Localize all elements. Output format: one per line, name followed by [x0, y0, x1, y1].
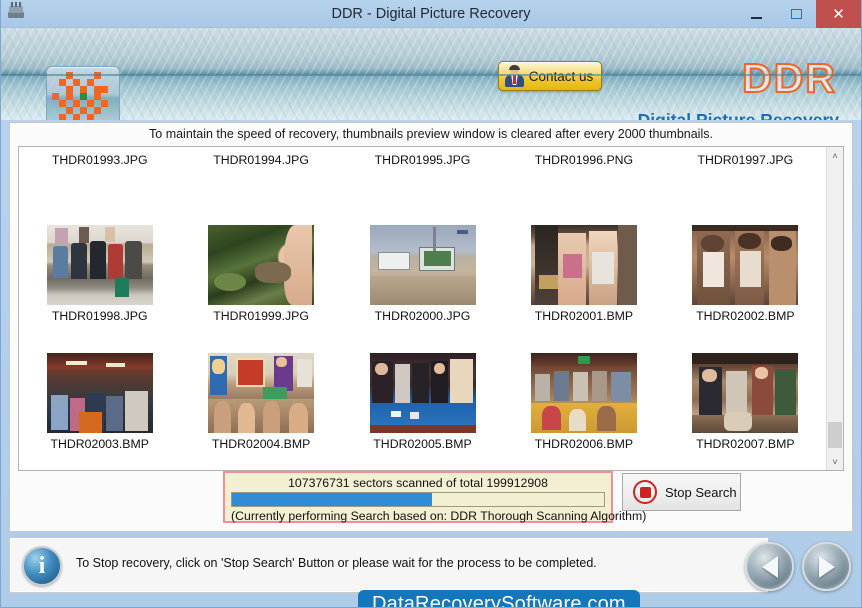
brand-logo-text: DDR	[741, 54, 837, 102]
progress-bar-fill	[232, 493, 432, 506]
thumbnail-image	[692, 353, 799, 433]
stop-search-button[interactable]: Stop Search	[622, 473, 741, 511]
thumbnail-image	[530, 225, 637, 305]
thumbnail-label: THDR01994.JPG	[213, 153, 309, 167]
minimize-button[interactable]	[736, 0, 776, 28]
thumbnail-label: THDR01998.JPG	[51, 309, 148, 323]
thumbnail-label: THDR01993.JPG	[51, 153, 148, 167]
thumbnail-label: THDR02007.BMP	[696, 437, 795, 451]
thumbnail-label: THDR02002.BMP	[696, 309, 795, 323]
navigation-buttons	[745, 542, 851, 591]
sectors-status-text: 107376731 sectors scanned of total 19991…	[288, 476, 548, 490]
thumbnail-item[interactable]: THDR02007.BMP	[665, 353, 826, 451]
thumbnail-item[interactable]: THDR02001.BMP	[503, 225, 664, 323]
contact-us-label: Contact us	[528, 68, 594, 84]
app-window: DDR - Digital Picture Recovery ✕ Contact…	[0, 0, 862, 608]
footer-panel: i To Stop recovery, click on 'Stop Searc…	[9, 537, 769, 593]
brand-subtitle: Digital Picture Recovery	[637, 110, 839, 120]
thumbnail-label: THDR02005.BMP	[373, 437, 472, 451]
scroll-up-icon[interactable]: ˄	[827, 147, 843, 164]
footer-message: To Stop recovery, click on 'Stop Search'…	[76, 556, 597, 570]
thumbnail-item[interactable]: THDR01998.JPG	[19, 225, 180, 323]
thumbnail-label: THDR02006.BMP	[534, 437, 634, 451]
stop-icon	[633, 480, 657, 504]
contact-us-button[interactable]: Contact us	[498, 61, 602, 91]
thumbnail-item[interactable]: THDR01993.JPG	[19, 149, 180, 167]
thumbnail-item[interactable]: THDR01999.JPG	[180, 225, 341, 323]
maximize-button[interactable]	[776, 0, 816, 28]
thumbnail-item[interactable]: THDR01994.JPG	[180, 149, 341, 167]
window-title: DDR - Digital Picture Recovery	[331, 6, 531, 22]
thumbnail-list: THDR01993.JPG THDR01994.JPG THDR01995.JP…	[18, 146, 844, 471]
right-arrow-icon	[818, 555, 835, 578]
title-bar: DDR - Digital Picture Recovery ✕	[1, 0, 861, 28]
scrollbar-thumb[interactable]	[828, 422, 842, 448]
next-button[interactable]	[802, 542, 851, 591]
thumbnail-item[interactable]: THDR02005.BMP	[342, 353, 503, 451]
thumbnail-item[interactable]: THDR01995.JPG	[342, 149, 503, 167]
thumbnail-label: THDR01999.JPG	[213, 309, 309, 323]
thumbnail-image	[369, 225, 476, 305]
thumbnail-image	[369, 353, 476, 433]
app-logo-box	[46, 66, 120, 120]
header-banner: Contact us DDR Digital Picture Recovery	[1, 28, 861, 120]
vertical-scrollbar[interactable]: ˄ ˅	[826, 147, 843, 470]
previous-button[interactable]	[745, 542, 794, 591]
thumbnail-label: THDR02003.BMP	[50, 437, 149, 451]
thumbnail-item[interactable]: THDR01996.PNG	[503, 149, 664, 167]
info-icon: i	[22, 546, 62, 586]
progress-area: 107376731 sectors scanned of total 19991…	[18, 471, 844, 523]
thumbnail-row: THDR02003.BMP THDR02004.BMP THDR02005.BM…	[19, 353, 826, 451]
thumbnail-image	[46, 353, 153, 433]
main-panel: To maintain the speed of recovery, thumb…	[9, 122, 853, 532]
window-controls: ✕	[736, 0, 861, 28]
stop-search-label: Stop Search	[665, 484, 737, 500]
person-icon	[503, 65, 525, 87]
thumbnail-label: THDR02001.BMP	[534, 309, 634, 323]
thumbnail-image	[692, 225, 799, 305]
thumbnail-item[interactable]: THDR02004.BMP	[180, 353, 341, 451]
thumbnail-item[interactable]: THDR02003.BMP	[19, 353, 180, 451]
thumbnail-image	[208, 353, 315, 433]
thumbnail-row: THDR01993.JPG THDR01994.JPG THDR01995.JP…	[19, 149, 826, 167]
algorithm-text: (Currently performing Search based on: D…	[231, 509, 647, 523]
thumbnail-image	[46, 225, 153, 305]
left-arrow-icon	[761, 555, 778, 578]
thumbnail-grid: THDR01993.JPG THDR01994.JPG THDR01995.JP…	[19, 147, 826, 470]
thumbnail-label: THDR01995.JPG	[374, 153, 471, 167]
brand-badge[interactable]: DataRecoverySoftware.com	[358, 590, 640, 607]
scroll-down-icon[interactable]: ˅	[827, 453, 843, 470]
thumbnail-image	[530, 353, 637, 433]
thumbnail-item[interactable]: THDR02006.BMP	[503, 353, 664, 451]
thumbnail-item[interactable]: THDR01997.JPG	[665, 149, 826, 167]
progress-panel: 107376731 sectors scanned of total 19991…	[223, 471, 647, 523]
thumbnail-label: THDR01997.JPG	[697, 153, 794, 167]
close-button[interactable]: ✕	[816, 0, 861, 28]
thumbnail-item[interactable]: THDR02002.BMP	[665, 225, 826, 323]
thumbnail-label: THDR02004.BMP	[211, 437, 311, 451]
thumbnail-label: THDR01996.PNG	[534, 153, 634, 167]
thumbnail-label: THDR02000.JPG	[374, 309, 471, 323]
progress-bar	[231, 492, 605, 507]
thumbnail-image	[208, 225, 315, 305]
thumbnail-row: THDR01998.JPG THDR01999.JPG THDR02000.JP…	[19, 225, 826, 323]
notice-text: To maintain the speed of recovery, thumb…	[149, 127, 713, 141]
thumbnail-item[interactable]: THDR02000.JPG	[342, 225, 503, 323]
